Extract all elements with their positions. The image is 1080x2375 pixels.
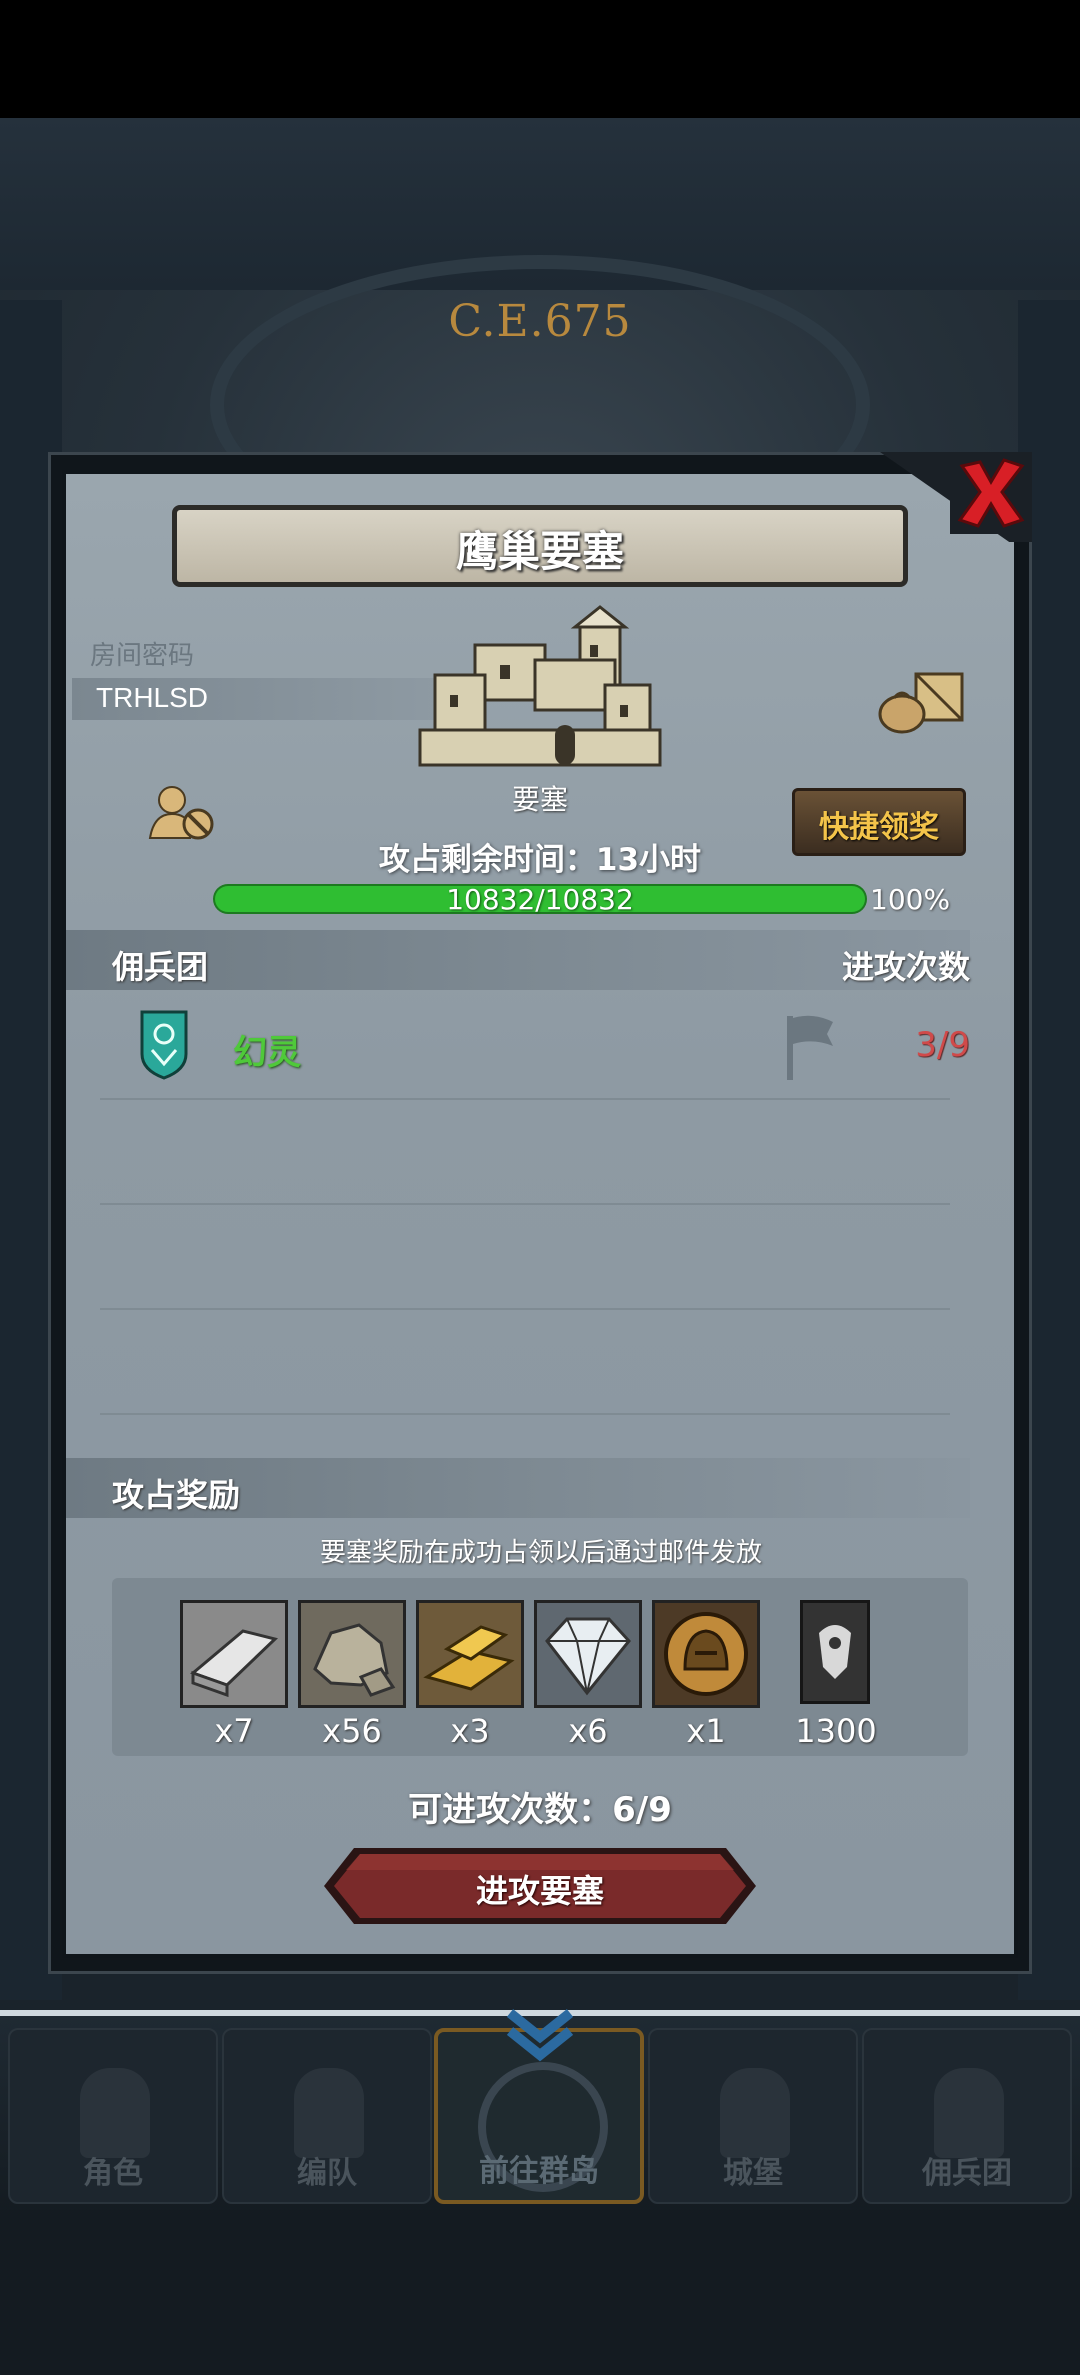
nav-character-label: 角色 bbox=[83, 2156, 143, 2191]
attack-count-column-label: 进攻次数 bbox=[841, 948, 970, 986]
attack-fortress-label: 进攻要塞 bbox=[475, 1872, 604, 1910]
remaining-attempts: 可进攻次数：6/9 bbox=[408, 1790, 672, 1830]
close-icon[interactable] bbox=[950, 452, 1032, 534]
year-label: C.E.675 bbox=[448, 296, 632, 347]
fortress-castle-icon bbox=[418, 605, 662, 767]
row-divider bbox=[100, 1098, 950, 1100]
room-password-label: 房间密码 bbox=[90, 641, 195, 671]
reward-slot-diamond[interactable] bbox=[534, 1600, 642, 1708]
dialog-title: 鹰巢要塞 bbox=[455, 527, 624, 576]
reward-section-label: 攻占奖励 bbox=[112, 1476, 241, 1514]
chevron-down-icon bbox=[506, 2009, 574, 2062]
reward-slot-stone[interactable] bbox=[298, 1600, 406, 1708]
reward-qty: x1 bbox=[686, 1712, 726, 1750]
helmet-icon bbox=[294, 2068, 364, 2158]
guild-name: 幻灵 bbox=[233, 1033, 301, 1073]
reward-qty: 1300 bbox=[795, 1712, 877, 1750]
knight-icon bbox=[80, 2068, 150, 2158]
reward-qty: x56 bbox=[322, 1712, 382, 1750]
flag-icon bbox=[787, 1015, 833, 1080]
gold-bars-icon bbox=[423, 1625, 515, 1691]
person-blocked-icon bbox=[148, 786, 214, 840]
row-divider bbox=[100, 1203, 950, 1205]
capture-time-remaining: 攻占剩余时间：13小时 bbox=[378, 842, 702, 878]
nav-character[interactable]: 角色 bbox=[8, 2028, 218, 2204]
nav-mercenary[interactable]: 佣兵团 bbox=[862, 2028, 1072, 2204]
guild-attack-count: 3/9 bbox=[915, 1025, 970, 1065]
fortress-hp-value: 10832/10832 bbox=[446, 883, 634, 916]
knight-helmet-medal-icon bbox=[664, 1612, 748, 1696]
nav-mercenary-label: 佣兵团 bbox=[922, 2156, 1012, 2191]
banner-card-icon bbox=[803, 1603, 867, 1701]
nav-formation-label: 编队 bbox=[297, 2156, 357, 2191]
castle-label: 要塞 bbox=[511, 783, 568, 816]
diamond-icon bbox=[545, 1617, 631, 1696]
reward-qty: x3 bbox=[450, 1712, 490, 1750]
castle-icon bbox=[720, 2068, 790, 2158]
reward-qty: x7 bbox=[214, 1712, 254, 1750]
loot-bag-crate-icon[interactable] bbox=[876, 668, 966, 736]
system-nav-area bbox=[0, 2210, 1080, 2375]
reward-slot-helmet[interactable] bbox=[652, 1600, 760, 1708]
row-divider bbox=[100, 1308, 950, 1310]
nav-castle-label: 城堡 bbox=[723, 2156, 783, 2191]
reward-slot-silver[interactable] bbox=[180, 1600, 288, 1708]
stone-icon bbox=[313, 1623, 396, 1697]
ship-icon bbox=[934, 2068, 1004, 2158]
reward-note: 要塞奖励在成功占领以后通过邮件发放 bbox=[319, 1538, 762, 1568]
nav-islands-label: 前往群岛 bbox=[479, 2154, 599, 2189]
nav-castle[interactable]: 城堡 bbox=[648, 2028, 858, 2204]
guild-shield-icon bbox=[140, 1010, 188, 1080]
nav-formation[interactable]: 编队 bbox=[222, 2028, 432, 2204]
reward-slot-gold[interactable] bbox=[416, 1600, 524, 1708]
status-bar bbox=[0, 0, 1080, 118]
fortress-hp-percent: 100% bbox=[870, 883, 951, 916]
silver-ingot-icon bbox=[190, 1629, 278, 1698]
row-divider bbox=[100, 1413, 950, 1415]
reward-qty: x6 bbox=[568, 1712, 608, 1750]
room-password-value: TRHLSD bbox=[96, 682, 209, 713]
guild-column-label: 佣兵团 bbox=[112, 948, 209, 986]
reward-slot-banner[interactable] bbox=[800, 1600, 870, 1704]
